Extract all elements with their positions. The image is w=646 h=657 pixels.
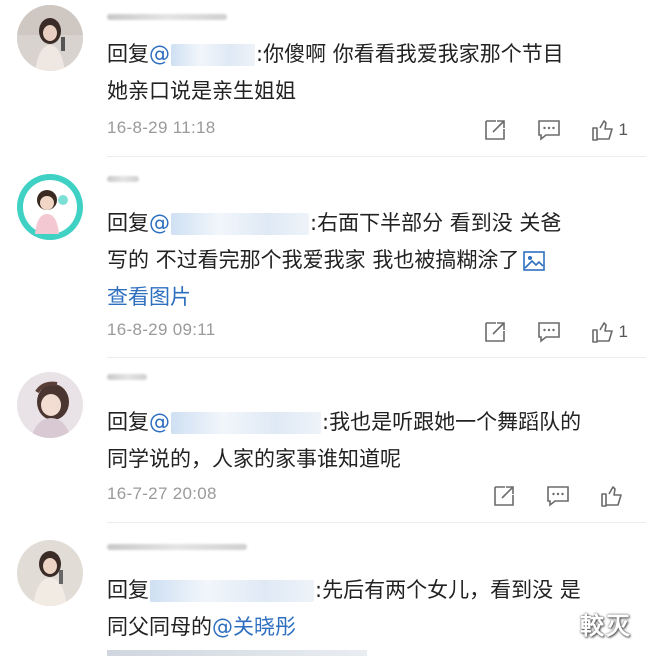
- comment-button[interactable]: [537, 320, 561, 344]
- divider: [107, 357, 646, 358]
- view-image-link[interactable]: 查看图片: [107, 279, 627, 316]
- comment-line: 回复@ :你傻啊 你看看我爱我家那个节目: [107, 36, 627, 73]
- reply-prefix: 回复: [107, 410, 149, 434]
- comment-line: 回复@ :右面下半部分 看到没 关爸: [107, 205, 627, 242]
- mention-username[interactable]: [171, 44, 255, 66]
- comment-text-line: 写的 不过看完那个我爱我家 我也被搞糊涂了: [107, 248, 520, 272]
- comment-time: 16-8-29 11:18: [107, 118, 216, 137]
- comment-actions: 1: [483, 116, 628, 144]
- username[interactable]: [107, 374, 147, 380]
- avatar[interactable]: [17, 540, 83, 606]
- share-button[interactable]: [483, 320, 507, 344]
- avatar[interactable]: [17, 372, 83, 438]
- mention-symbol[interactable]: @: [149, 211, 170, 235]
- comment-meta: 16-8-29 11:18 1: [107, 116, 628, 144]
- comment-time: 16-8-29 09:11: [107, 320, 216, 339]
- divider: [107, 156, 646, 157]
- comment-text-line: 同学说的，人家的家事谁知道呢: [107, 447, 401, 471]
- mention-symbol[interactable]: @: [149, 410, 170, 434]
- comment-text: 回复@ :你傻啊 你看看我爱我家那个节目 她亲口说是亲生姐姐: [107, 36, 627, 110]
- comment-item: 回复 :先后有两个女儿，看到没 是 同父同母的@关晓彤: [0, 532, 646, 657]
- mention-username[interactable]: [150, 580, 314, 602]
- comment-text-line: :我也是听跟她一个舞蹈队的: [322, 410, 582, 434]
- thumbs-up-icon: [601, 486, 622, 507]
- reply-prefix: 回复: [107, 42, 149, 66]
- comment-item: 回复@:右面下半部分 看到没 关爸 写的 不过看完那个我爱我家 我也被搞糊涂了 …: [0, 160, 646, 360]
- share-button[interactable]: [483, 118, 507, 142]
- like-button[interactable]: [600, 484, 628, 508]
- image-icon[interactable]: [523, 251, 546, 271]
- comment-icon: [537, 120, 560, 141]
- comment-line: 写的 不过看完那个我爱我家 我也被搞糊涂了: [107, 242, 627, 279]
- thumbs-up-icon: [591, 322, 613, 343]
- comment-time: 16-7-27 20:08: [107, 484, 217, 503]
- share-button[interactable]: [492, 484, 516, 508]
- comment-button[interactable]: [546, 484, 570, 508]
- comment-line: 回复 :先后有两个女儿，看到没 是: [107, 572, 627, 609]
- comment-actions: 1: [483, 318, 628, 346]
- thumbs-up-icon: [591, 120, 613, 141]
- comment-text-line: 她亲口说是亲生姐姐: [107, 79, 296, 103]
- comment-meta: 16-7-27 20:08: [107, 482, 628, 510]
- comment-item: 回复@ :我也是听跟她一个舞蹈队的 同学说的，人家的家事谁知道呢 16-7-27 …: [0, 360, 646, 532]
- avatar[interactable]: [17, 174, 83, 240]
- comment-text-line: :你傻啊 你看看我爱我家那个节目: [256, 42, 564, 66]
- like-button[interactable]: 1: [591, 320, 628, 344]
- comment-line: 同父同母的@关晓彤: [107, 609, 627, 646]
- mention-link[interactable]: @关晓彤: [212, 615, 296, 639]
- like-count: 1: [618, 322, 628, 341]
- reply-prefix: 回复: [107, 211, 149, 235]
- avatar[interactable]: [17, 5, 83, 71]
- username[interactable]: [107, 176, 139, 182]
- comment-text-line: 同父同母的: [107, 615, 212, 639]
- cropped-content: [107, 650, 367, 656]
- username[interactable]: [107, 544, 247, 550]
- watermark: 較灭: [580, 612, 632, 640]
- comment-icon: [537, 322, 560, 343]
- comment-item: 回复@ :你傻啊 你看看我爱我家那个节目 她亲口说是亲生姐姐 16-8-29 11…: [0, 0, 646, 160]
- like-count: 1: [618, 120, 628, 139]
- mention-symbol[interactable]: @: [149, 42, 170, 66]
- share-icon: [494, 486, 514, 506]
- comment-text-line: :先后有两个女儿，看到没 是: [315, 578, 581, 602]
- username[interactable]: [107, 14, 227, 20]
- comment-text: 回复@:右面下半部分 看到没 关爸 写的 不过看完那个我爱我家 我也被搞糊涂了 …: [107, 205, 627, 316]
- comment-text-line: :右面下半部分 看到没 关爸: [310, 211, 562, 235]
- share-icon: [484, 322, 505, 342]
- comment-meta: 16-8-29 09:11 1: [107, 318, 628, 346]
- comment-actions: [492, 482, 628, 510]
- comment-text: 回复 :先后有两个女儿，看到没 是 同父同母的@关晓彤: [107, 572, 627, 646]
- like-button[interactable]: 1: [591, 118, 628, 142]
- divider: [107, 522, 646, 523]
- share-icon: [484, 120, 505, 140]
- comment-text: 回复@ :我也是听跟她一个舞蹈队的 同学说的，人家的家事谁知道呢: [107, 404, 627, 478]
- reply-prefix: 回复: [107, 578, 149, 602]
- comment-button[interactable]: [537, 118, 561, 142]
- comment-icon: [547, 486, 569, 507]
- mention-username[interactable]: [171, 412, 321, 434]
- mention-username[interactable]: [171, 213, 309, 235]
- comment-line: 回复@ :我也是听跟她一个舞蹈队的: [107, 404, 627, 441]
